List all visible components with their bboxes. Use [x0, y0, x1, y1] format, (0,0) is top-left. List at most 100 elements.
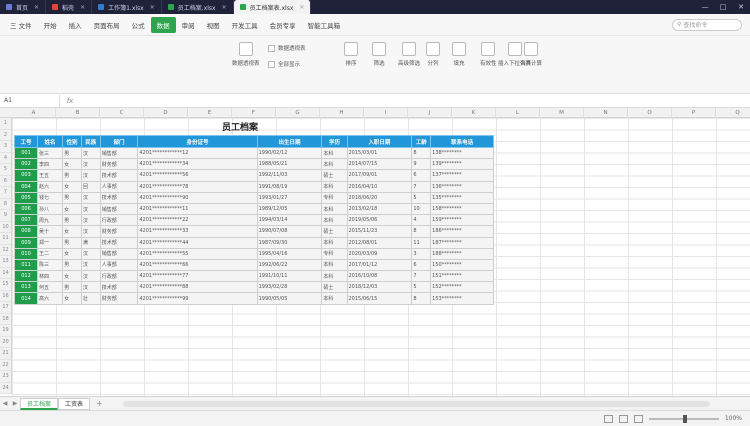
row-header[interactable]: 17 — [0, 302, 11, 314]
zoom-level[interactable]: 100% — [725, 415, 742, 422]
table-cell[interactable]: 1988/05/21 — [256, 158, 323, 171]
table-cell[interactable]: 139******** — [430, 158, 494, 171]
row-header[interactable]: 12 — [0, 245, 11, 256]
table-header-cell[interactable]: 部门 — [99, 135, 139, 148]
table-cell[interactable]: 汉 — [80, 214, 101, 227]
table-cell[interactable]: 150******** — [430, 258, 494, 272]
table-cell[interactable]: 行政部 — [99, 214, 139, 227]
table-cell[interactable]: 4201************90 — [137, 191, 258, 204]
column-header[interactable]: C — [100, 108, 144, 118]
table-cell[interactable]: 李四 — [36, 158, 64, 171]
table-cell[interactable]: 6 — [411, 258, 432, 272]
table-cell[interactable]: 财务部 — [99, 158, 139, 171]
table-cell[interactable]: 137******** — [430, 169, 494, 182]
table-cell[interactable]: 财务部 — [99, 292, 139, 305]
row-header[interactable]: 4 — [0, 153, 11, 164]
row-header[interactable]: 11 — [0, 233, 11, 245]
table-cell[interactable]: 8 — [411, 146, 432, 160]
row-header[interactable]: 18 — [0, 314, 11, 325]
menu-item[interactable]: 公式 — [126, 17, 151, 33]
table-cell[interactable]: 4201************11 — [137, 202, 258, 216]
table-header-cell[interactable]: 学历 — [321, 135, 348, 148]
column-header[interactable]: B — [56, 108, 100, 118]
table-cell[interactable]: 135******** — [430, 191, 494, 204]
table-cell[interactable]: 1991/08/19 — [256, 180, 323, 193]
table-cell[interactable]: 3 — [411, 247, 432, 260]
table-cell[interactable]: 1987/09/30 — [256, 236, 323, 249]
table-cell[interactable]: 本科 — [321, 202, 348, 216]
column-header[interactable]: O — [628, 108, 672, 118]
table-cell[interactable]: 003 — [14, 169, 38, 182]
browser-tab[interactable]: 工作簿1.xlsx ✕ — [92, 0, 162, 14]
tab-close-icon[interactable]: ✕ — [299, 4, 304, 11]
table-cell[interactable]: 技术部 — [99, 236, 139, 249]
table-cell[interactable]: 技术部 — [99, 281, 139, 294]
row-header[interactable]: 9 — [0, 210, 11, 222]
table-cell[interactable]: 2015/11/23 — [346, 225, 413, 238]
table-cell[interactable]: 行政部 — [99, 270, 139, 283]
table-cell[interactable]: 4201************12 — [137, 146, 258, 160]
table-cell[interactable]: 女 — [62, 180, 82, 193]
name-box[interactable]: A1 — [0, 94, 60, 107]
table-cell[interactable]: 4201************44 — [137, 236, 258, 249]
menu-item[interactable]: 审阅 — [176, 17, 201, 33]
table-cell[interactable]: 2018/12/03 — [346, 281, 413, 294]
ribbon-button[interactable]: 高级筛选 — [398, 42, 420, 67]
table-cell[interactable]: 1992/11/03 — [256, 169, 323, 182]
table-cell[interactable]: 5 — [411, 281, 432, 294]
table-cell[interactable]: 销售部 — [99, 146, 139, 160]
table-cell[interactable]: 2020/03/09 — [346, 247, 413, 260]
table-cell[interactable]: 汉 — [80, 225, 101, 238]
menu-item[interactable]: 三 文件 — [4, 17, 38, 33]
table-header-cell[interactable]: 工号 — [14, 135, 38, 148]
table-cell[interactable]: 7 — [411, 180, 432, 193]
table-cell[interactable]: 技术部 — [99, 191, 139, 204]
column-header[interactable]: Q — [716, 108, 750, 118]
table-cell[interactable]: 女 — [62, 225, 82, 238]
table-cell[interactable]: 4201************34 — [137, 158, 258, 171]
row-header[interactable]: 22 — [0, 360, 11, 371]
table-cell[interactable]: 何五 — [36, 281, 64, 294]
table-cell[interactable]: 188******** — [430, 247, 494, 260]
row-header[interactable]: 6 — [0, 176, 11, 187]
table-header-cell[interactable]: 入职日期 — [346, 135, 413, 148]
table-cell[interactable]: 赵六 — [36, 180, 64, 193]
table-cell[interactable]: 本科 — [321, 158, 348, 171]
table-cell[interactable]: 技术部 — [99, 169, 139, 182]
table-cell[interactable]: 女 — [62, 202, 82, 216]
row-header[interactable]: 14 — [0, 268, 11, 279]
table-cell[interactable]: 9 — [411, 158, 432, 171]
table-cell[interactable]: 2018/06/20 — [346, 191, 413, 204]
table-cell[interactable]: 男 — [62, 146, 82, 160]
table-cell[interactable]: 1993/01/27 — [256, 191, 323, 204]
row-header[interactable]: 15 — [0, 279, 11, 291]
table-cell[interactable]: 1990/02/12 — [256, 146, 323, 160]
table-cell[interactable]: 周九 — [36, 214, 64, 227]
table-cell[interactable]: 硕士 — [321, 225, 348, 238]
table-cell[interactable]: 销售部 — [99, 247, 139, 260]
menu-item[interactable]: 开始 — [38, 17, 63, 33]
table-cell[interactable]: 4201************77 — [137, 270, 258, 283]
table-cell[interactable]: 8 — [411, 225, 432, 238]
table-cell[interactable]: 1991/10/11 — [256, 270, 323, 283]
column-header[interactable]: L — [496, 108, 540, 118]
page-layout-view-icon[interactable] — [618, 414, 628, 423]
spreadsheet-grid[interactable]: ABCDEFGHIJKLMNOPQ 1 2 3 4 5 6 7 8 9 10 11 12 13 14 15 1… — [0, 108, 750, 396]
column-header[interactable]: K — [452, 108, 496, 118]
column-header[interactable]: J — [408, 108, 452, 118]
table-cell[interactable]: 本科 — [321, 236, 348, 249]
table-cell[interactable]: 女 — [62, 292, 82, 305]
table-cell[interactable]: 男 — [62, 214, 82, 227]
table-cell[interactable]: 4201************78 — [137, 180, 258, 193]
table-cell[interactable]: 4201************66 — [137, 258, 258, 272]
table-cell[interactable]: 187******** — [430, 236, 494, 249]
table-cell[interactable]: 005 — [14, 191, 38, 204]
table-cell[interactable]: 2012/08/01 — [346, 236, 413, 249]
sheet-tab[interactable]: 工资表 — [58, 397, 91, 410]
sheet-nav-next-icon[interactable]: ▶ — [10, 400, 20, 407]
table-cell[interactable]: 回 — [80, 180, 101, 193]
row-header[interactable]: 3 — [0, 141, 11, 153]
table-cell[interactable]: 1989/12/05 — [256, 202, 323, 216]
table-cell[interactable]: 2016/04/10 — [346, 180, 413, 193]
table-cell[interactable]: 本科 — [321, 146, 348, 160]
